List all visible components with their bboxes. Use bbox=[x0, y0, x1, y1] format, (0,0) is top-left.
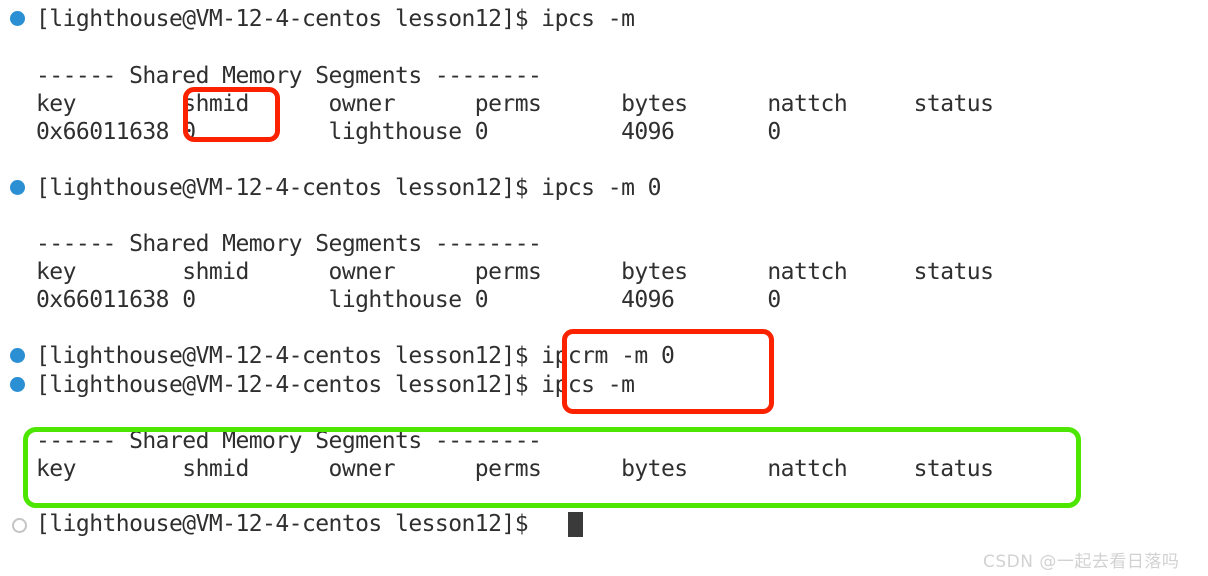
line-marker-hollow bbox=[12, 518, 27, 533]
terminal-line-table-row: 0x66011638 0 lighthouse 0 4096 0 bbox=[36, 287, 781, 313]
line-marker-filled bbox=[10, 11, 25, 26]
terminal-line-table-header: key shmid owner perms bytes nattch statu… bbox=[36, 259, 994, 285]
line-marker-filled bbox=[10, 180, 25, 195]
terminal-line-prompt: [lighthouse@VM-12-4-centos lesson12]$ bbox=[36, 511, 542, 537]
watermark: CSDN @一起去看日落吗 bbox=[983, 552, 1180, 572]
terminal-line-command: [lighthouse@VM-12-4-centos lesson12]$ ip… bbox=[36, 6, 635, 32]
terminal-cursor[interactable] bbox=[568, 512, 583, 537]
terminal-line-command: [lighthouse@VM-12-4-centos lesson12]$ ip… bbox=[36, 372, 635, 398]
terminal-line-section-title: ------ Shared Memory Segments -------- bbox=[36, 428, 542, 454]
terminal-line-table-header: key shmid owner perms bytes nattch statu… bbox=[36, 456, 994, 482]
terminal-line-section-title: ------ Shared Memory Segments -------- bbox=[36, 231, 542, 257]
terminal-line-table-row: 0x66011638 0 lighthouse 0 4096 0 bbox=[36, 119, 781, 145]
line-marker-filled bbox=[10, 348, 25, 363]
terminal-line-table-header: key shmid owner perms bytes nattch statu… bbox=[36, 91, 994, 117]
terminal-line-command: [lighthouse@VM-12-4-centos lesson12]$ ip… bbox=[36, 343, 675, 369]
terminal-line-command: [lighthouse@VM-12-4-centos lesson12]$ ip… bbox=[36, 175, 662, 201]
terminal-line-section-title: ------ Shared Memory Segments -------- bbox=[36, 63, 542, 89]
line-marker-filled bbox=[10, 377, 25, 392]
